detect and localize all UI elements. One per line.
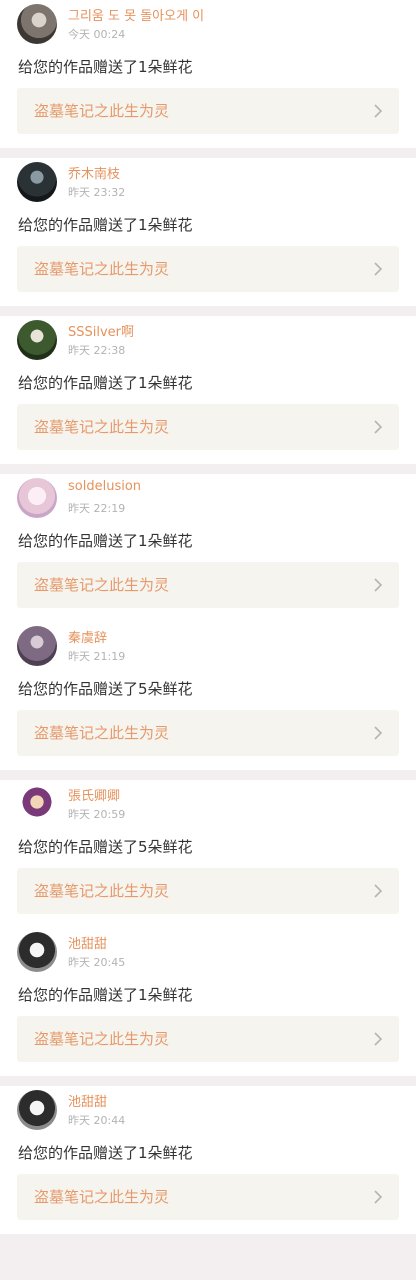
gift-message: 给您的作品赠送了1朵鲜花 (18, 1144, 193, 1162)
chevron-right-icon (374, 420, 383, 434)
notification-item: 그리움 도 못 돌아오게 이 今天 00:24 给您的作品赠送了1朵鲜花盗墓笔记之此… (0, 0, 416, 148)
timestamp: 昨天 21:19 (68, 650, 126, 663)
work-title: 盗墓笔记之此生为灵 (34, 882, 170, 900)
gift-message: 给您的作品赠送了5朵鲜花 (18, 838, 193, 856)
user-avatar[interactable] (17, 4, 57, 44)
timestamp: 昨天 20:59 (68, 808, 126, 821)
username[interactable]: 池甜甜 (68, 1091, 107, 1110)
gift-message: 给您的作品赠送了1朵鲜花 (18, 216, 193, 234)
work-title: 盗墓笔记之此生为灵 (34, 1030, 170, 1048)
notification-item: SSSilver啊昨天 22:38 给您的作品赠送了1朵鲜花盗墓笔记之此生为灵 (0, 316, 416, 464)
username[interactable]: 張氏卿卿 (68, 785, 120, 804)
user-avatar[interactable] (17, 626, 57, 666)
card-spacer (17, 756, 399, 770)
gift-message: 给您的作品赠送了1朵鲜花 (18, 986, 193, 1004)
work-link-button[interactable]: 盗墓笔记之此生为灵 (17, 1174, 399, 1220)
card-spacer (17, 1062, 399, 1076)
card-spacer (17, 1220, 399, 1234)
gift-message: 给您的作品赠送了1朵鲜花 (18, 374, 193, 392)
work-title: 盗墓笔记之此生为灵 (34, 1188, 170, 1206)
work-link-button[interactable]: 盗墓笔记之此生为灵 (17, 562, 399, 608)
work-link-button[interactable]: 盗墓笔记之此生为灵 (17, 246, 399, 292)
timestamp: 昨天 20:44 (68, 1114, 126, 1127)
chevron-right-icon (374, 262, 383, 276)
chevron-right-icon (374, 726, 383, 740)
username[interactable]: soldelusion (68, 479, 141, 494)
user-avatar[interactable] (17, 932, 57, 972)
gift-message: 给您的作品赠送了1朵鲜花 (18, 532, 193, 550)
timestamp: 昨天 22:19 (68, 502, 126, 515)
user-avatar[interactable] (17, 1090, 57, 1130)
work-link-button[interactable]: 盗墓笔记之此生为灵 (17, 868, 399, 914)
card-spacer (17, 914, 399, 928)
username[interactable]: 秦虞辞 (68, 627, 107, 646)
notification-header: 池甜甜昨天 20:45 (17, 928, 399, 978)
timestamp: 昨天 23:32 (68, 186, 126, 199)
gift-message: 给您的作品赠送了1朵鲜花 (18, 58, 193, 76)
timestamp: 今天 00:24 (68, 28, 126, 41)
notification-header: 張氏卿卿昨天 20:59 (17, 780, 399, 830)
notification-item: 池甜甜昨天 20:45 给您的作品赠送了1朵鲜花盗墓笔记之此生为灵 (0, 928, 416, 1076)
chevron-right-icon (374, 1190, 383, 1204)
user-avatar[interactable] (17, 162, 57, 202)
user-avatar[interactable] (17, 320, 57, 360)
gift-message: 给您的作品赠送了5朵鲜花 (18, 680, 193, 698)
notification-item: 張氏卿卿昨天 20:59 给您的作品赠送了5朵鲜花盗墓笔记之此生为灵 (0, 780, 416, 928)
notification-feed: 그리움 도 못 돌아오게 이 今天 00:24 给您的作品赠送了1朵鲜花 盗墓笔记之此… (0, 0, 416, 1234)
chevron-right-icon (374, 1032, 383, 1046)
notification-item: soldelusion 昨天 22:19 给您的作品赠送了1朵鲜花盗墓笔记之此生为灵 (0, 474, 416, 622)
notification-header: 秦虞辞昨天 21:19 (17, 622, 399, 672)
work-title: 盗墓笔记之此生为灵 (34, 260, 170, 278)
username[interactable]: 乔木南枝 (68, 163, 120, 182)
user-avatar[interactable] (17, 478, 57, 518)
chevron-right-icon (374, 578, 383, 592)
card-spacer (17, 608, 399, 622)
notification-header: 그리움 도 못 돌아오게 이 今天 00:24 (17, 0, 399, 50)
timestamp: 昨天 20:45 (68, 956, 126, 969)
notification-header: SSSilver啊昨天 22:38 (17, 316, 399, 366)
username[interactable]: 池甜甜 (68, 933, 107, 952)
work-link-button[interactable]: 盗墓笔记之此生为灵 (17, 1016, 399, 1062)
work-link-button[interactable]: 盗墓笔记之此生为灵 (17, 710, 399, 756)
notification-item: 秦虞辞昨天 21:19 给您的作品赠送了5朵鲜花盗墓笔记之此生为灵 (0, 622, 416, 770)
card-spacer (17, 134, 399, 148)
username[interactable]: SSSilver啊 (68, 321, 134, 340)
work-link-button[interactable]: 盗墓笔记之此生为灵 (17, 404, 399, 450)
user-avatar[interactable] (17, 784, 57, 824)
work-title: 盗墓笔记之此生为灵 (34, 418, 170, 436)
timestamp: 昨天 22:38 (68, 344, 126, 357)
work-title: 盗墓笔记之此生为灵 (34, 724, 170, 742)
username[interactable]: 그리움 도 못 돌아오게 이 (68, 5, 204, 24)
notification-header: 乔木南枝昨天 23:32 (17, 158, 399, 208)
card-spacer (17, 292, 399, 306)
card-spacer (17, 450, 399, 464)
work-title: 盗墓笔记之此生为灵 (34, 102, 170, 120)
notification-item: 乔木南枝昨天 23:32 给您的作品赠送了1朵鲜花盗墓笔记之此生为灵 (0, 158, 416, 306)
notification-header: soldelusion 昨天 22:19 (17, 474, 399, 524)
chevron-right-icon (374, 104, 383, 118)
work-link-button[interactable]: 盗墓笔记之此生为灵 (17, 88, 399, 134)
notification-header: 池甜甜昨天 20:44 (17, 1086, 399, 1136)
work-title: 盗墓笔记之此生为灵 (34, 576, 170, 594)
chevron-right-icon (374, 884, 383, 898)
notification-item: 池甜甜昨天 20:44 给您的作品赠送了1朵鲜花盗墓笔记之此生为灵 (0, 1086, 416, 1234)
